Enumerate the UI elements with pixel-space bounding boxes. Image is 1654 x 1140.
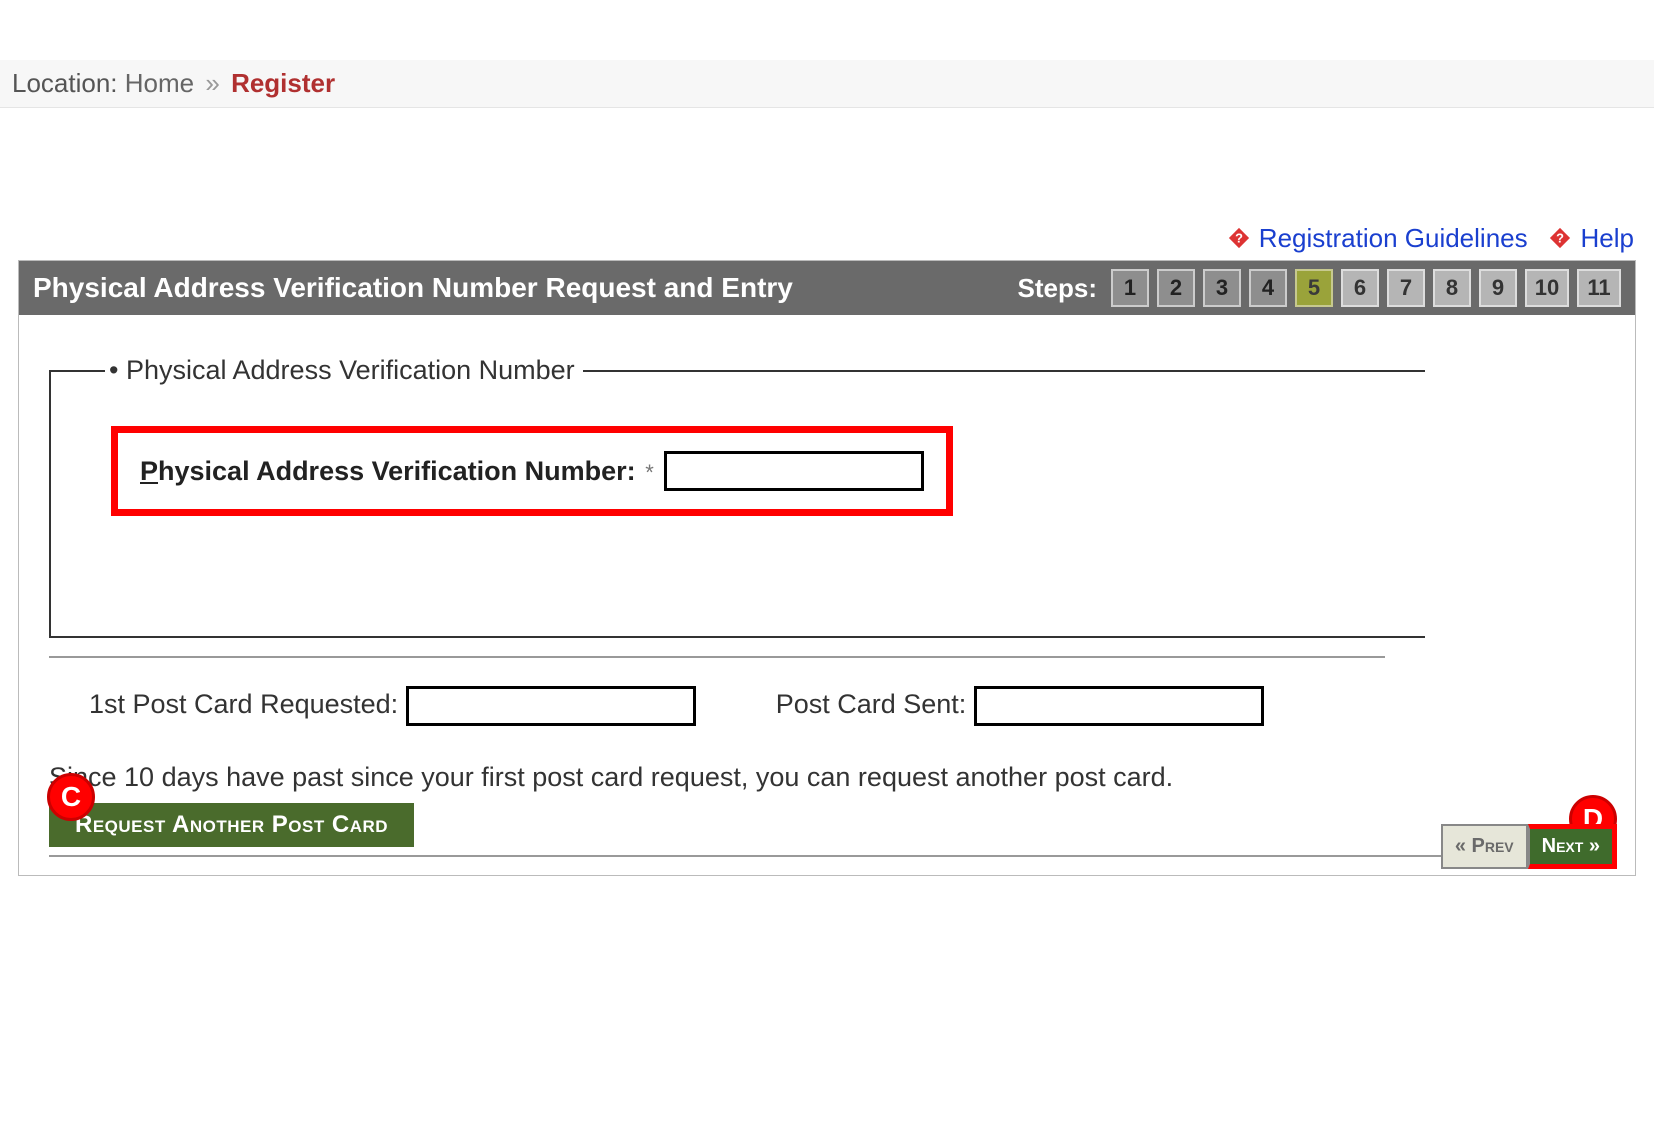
first-postcard-group: 1st Post Card Requested: <box>89 686 696 726</box>
verification-fieldset: Physical Address Verification Number Phy… <box>49 355 1425 638</box>
breadcrumb-home[interactable]: Home <box>125 68 194 98</box>
spacer <box>0 108 1654 223</box>
steps-label: Steps: <box>1018 273 1097 304</box>
verification-number-input[interactable] <box>664 451 924 491</box>
fieldset-legend: Physical Address Verification Number <box>105 355 583 386</box>
step-2[interactable]: 2 <box>1157 269 1195 307</box>
postcard-row: 1st Post Card Requested: Post Card Sent: <box>89 686 1605 726</box>
panel-header: Physical Address Verification Number Req… <box>19 261 1635 315</box>
svg-text:?: ? <box>1235 231 1243 246</box>
registration-guidelines-link[interactable]: Registration Guidelines <box>1259 223 1528 253</box>
postcard-sent-label: Post Card Sent: <box>776 689 967 719</box>
main-panel: Physical Address Verification Number Req… <box>18 260 1636 876</box>
bottom-divider <box>49 855 1605 857</box>
section-divider <box>49 656 1385 658</box>
verification-label-accesskey: P <box>140 456 158 486</box>
breadcrumb-location-label: Location: <box>12 68 118 98</box>
postcard-sent-group: Post Card Sent: <box>776 686 1264 726</box>
step-9[interactable]: 9 <box>1479 269 1517 307</box>
steps-indicator: Steps: 1 2 3 4 5 6 7 8 9 10 11 <box>1018 269 1621 307</box>
postcard-sent-input[interactable] <box>974 686 1264 726</box>
step-7[interactable]: 7 <box>1387 269 1425 307</box>
prev-button[interactable]: « Prev <box>1441 824 1528 869</box>
callout-badge-c: C <box>47 773 95 821</box>
wizard-nav: « Prev Next » <box>1441 824 1617 869</box>
step-11[interactable]: 11 <box>1577 269 1621 307</box>
verification-input-row: Physical Address Verification Number: * <box>111 426 953 516</box>
step-5[interactable]: 5 <box>1295 269 1333 307</box>
first-postcard-input[interactable] <box>406 686 696 726</box>
verification-label: Physical Address Verification Number: * <box>140 456 654 487</box>
step-1[interactable]: 1 <box>1111 269 1149 307</box>
first-postcard-label: 1st Post Card Requested: <box>89 689 398 719</box>
step-8[interactable]: 8 <box>1433 269 1471 307</box>
breadcrumb: Location: Home » Register <box>0 60 1654 108</box>
step-4[interactable]: 4 <box>1249 269 1287 307</box>
step-10[interactable]: 10 <box>1525 269 1569 307</box>
step-3[interactable]: 3 <box>1203 269 1241 307</box>
step-6[interactable]: 6 <box>1341 269 1379 307</box>
breadcrumb-current: Register <box>231 68 335 98</box>
question-diamond-icon: ? <box>1228 225 1250 247</box>
postcard-info-text: Since 10 days have past since your first… <box>49 762 1605 793</box>
svg-text:?: ? <box>1556 231 1564 246</box>
question-diamond-icon: ? <box>1549 225 1571 247</box>
request-another-postcard-button[interactable]: Request Another Post Card <box>49 803 414 847</box>
panel-title: Physical Address Verification Number Req… <box>33 272 793 304</box>
verification-label-text: hysical Address Verification Number: <box>158 456 636 486</box>
panel-body: Physical Address Verification Number Phy… <box>19 315 1635 875</box>
help-links: ? Registration Guidelines ? Help <box>0 223 1654 260</box>
required-mark: * <box>645 460 654 485</box>
next-button[interactable]: Next » <box>1528 824 1617 869</box>
help-link[interactable]: Help <box>1581 223 1634 253</box>
breadcrumb-separator: » <box>205 68 219 98</box>
